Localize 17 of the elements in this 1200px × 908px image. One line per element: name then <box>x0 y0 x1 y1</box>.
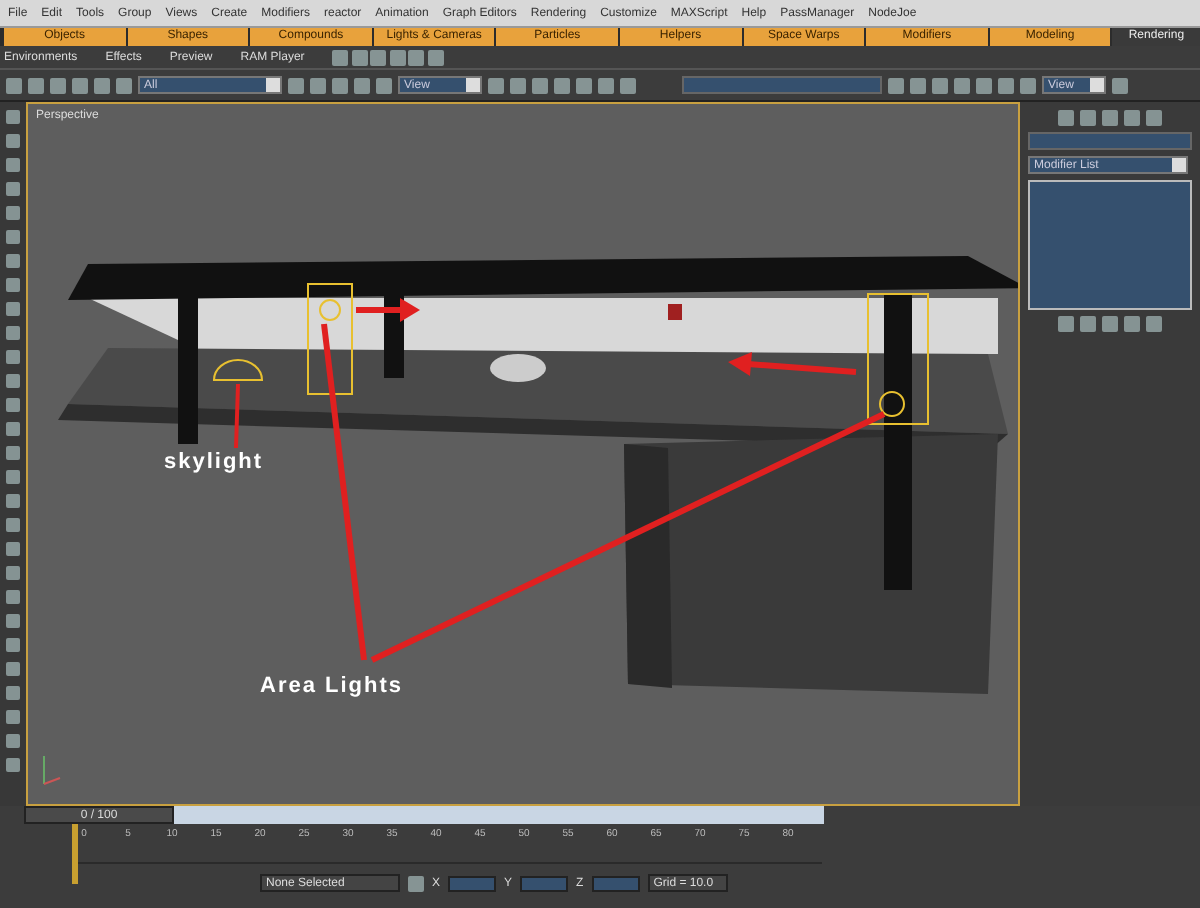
coordinate-field[interactable] <box>448 875 497 891</box>
arrow-drawing <box>356 298 420 322</box>
light-drawing[interactable] <box>867 293 929 425</box>
modifier-stack[interactable] <box>1028 180 1192 310</box>
input-field[interactable] <box>682 76 882 94</box>
coordinate-field[interactable] <box>591 875 640 891</box>
toolbar-icon[interactable] <box>1112 77 1128 93</box>
light-drawing[interactable] <box>307 283 353 395</box>
annotation-label: Area Lights <box>260 676 404 698</box>
time-cursor[interactable] <box>72 824 78 884</box>
axis-icon <box>43 755 61 785</box>
lock-icon[interactable] <box>408 875 424 891</box>
leader-line <box>234 383 240 449</box>
coordinate-field[interactable] <box>520 875 569 891</box>
annotation-label: skylight <box>164 452 264 474</box>
name-field[interactable] <box>1028 132 1192 150</box>
arrow-drawing <box>728 352 857 376</box>
